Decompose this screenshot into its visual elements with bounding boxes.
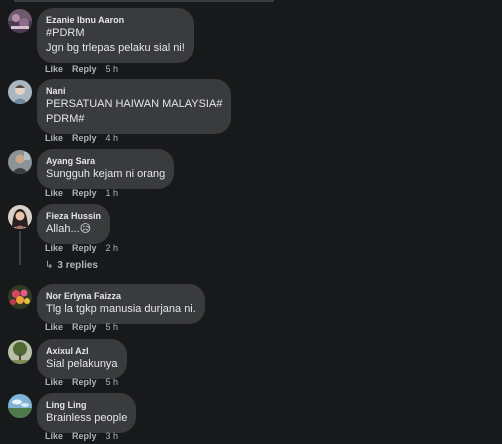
profile-photo-woman-icon bbox=[8, 205, 32, 229]
comment-text-line: Allah...😥 bbox=[46, 223, 92, 235]
comment-actions: Like Reply 1 h bbox=[45, 187, 118, 199]
comment-timestamp[interactable]: 5 h bbox=[106, 377, 119, 387]
reply-arrow-icon: ↳ bbox=[45, 260, 54, 271]
profile-photo-person-icon bbox=[8, 150, 32, 174]
comment-bubble: Ayang Sara Sungguh kejam ni orang bbox=[37, 149, 175, 189]
profile-photo-landscape-icon bbox=[8, 9, 32, 33]
profile-photo-flowers-icon bbox=[8, 285, 32, 309]
comment-actions: Like Reply 5 h bbox=[45, 321, 118, 333]
avatar[interactable] bbox=[8, 9, 32, 33]
comment-timestamp[interactable]: 5 h bbox=[106, 322, 119, 332]
reply-button[interactable]: Reply bbox=[72, 188, 97, 198]
comment-actions: Like Reply 4 h bbox=[45, 132, 118, 144]
commenter-name[interactable]: Nani bbox=[46, 85, 222, 97]
comment-text-line: Sungguh kejam ni orang bbox=[46, 168, 166, 180]
like-button[interactable]: Like bbox=[45, 133, 63, 143]
comment-bubble: Ling Ling Brainless people bbox=[37, 393, 137, 433]
reply-button[interactable]: Reply bbox=[72, 322, 97, 332]
comment-text-line: Tlg la tgkp manusia durjana ni. bbox=[46, 303, 196, 315]
comment-timestamp[interactable]: 5 h bbox=[106, 64, 119, 74]
commenter-name[interactable]: Ezanie Ibnu Aaron bbox=[46, 14, 185, 26]
previous-comment-divider bbox=[14, 0, 274, 2]
comment-timestamp[interactable]: 3 h bbox=[106, 431, 119, 441]
comment-bubble: Nani PERSATUAN HAIWAN MALAYSIA# PDRM# bbox=[37, 79, 232, 134]
comment-actions: Like Reply 5 h bbox=[45, 63, 118, 75]
comment-bubble: Axixul Azl Sial pelakunya bbox=[37, 339, 127, 379]
avatar[interactable] bbox=[8, 205, 32, 229]
reply-button[interactable]: Reply bbox=[72, 243, 97, 253]
comment-actions: Like Reply 5 h bbox=[45, 376, 118, 388]
view-replies-link[interactable]: ↳ 3 replies bbox=[45, 259, 98, 273]
commenter-name[interactable]: Ling Ling bbox=[46, 399, 127, 411]
commenter-name[interactable]: Nor Erlyna Faizza bbox=[46, 290, 196, 302]
like-button[interactable]: Like bbox=[45, 64, 63, 74]
comment-timestamp[interactable]: 1 h bbox=[106, 188, 119, 198]
avatar[interactable] bbox=[8, 394, 32, 418]
reply-button[interactable]: Reply bbox=[72, 64, 97, 74]
comment-text-line: #PDRM bbox=[46, 27, 85, 39]
reply-button[interactable]: Reply bbox=[72, 377, 97, 387]
like-button[interactable]: Like bbox=[45, 377, 63, 387]
reply-button[interactable]: Reply bbox=[72, 133, 97, 143]
comment-text-line: Sial pelakunya bbox=[46, 358, 118, 370]
commenter-name[interactable]: Fieza Hussin bbox=[46, 210, 101, 222]
commenter-name[interactable]: Axixul Azl bbox=[46, 345, 118, 357]
comment-actions: Like Reply 3 h bbox=[45, 430, 118, 442]
avatar[interactable] bbox=[8, 285, 32, 309]
like-button[interactable]: Like bbox=[45, 431, 63, 441]
comment-bubble: Nor Erlyna Faizza Tlg la tgkp manusia du… bbox=[37, 284, 205, 324]
comment-text-line: PDRM# bbox=[46, 113, 85, 125]
comment-actions: Like Reply 2 h bbox=[45, 242, 118, 254]
avatar[interactable] bbox=[8, 150, 32, 174]
avatar[interactable] bbox=[8, 340, 32, 364]
profile-photo-child-icon bbox=[8, 80, 32, 104]
reply-button[interactable]: Reply bbox=[72, 431, 97, 441]
reply-thread-line bbox=[19, 231, 21, 265]
comment-text-line: Jgn bg trlepas pelaku sial ni! bbox=[46, 42, 185, 54]
like-button[interactable]: Like bbox=[45, 243, 63, 253]
comment-text-line: PERSATUAN HAIWAN MALAYSIA# bbox=[46, 98, 223, 110]
replies-count-label: 3 replies bbox=[57, 260, 98, 271]
comment-text-line: Brainless people bbox=[46, 412, 128, 424]
profile-photo-sky-icon bbox=[8, 394, 32, 418]
comment-timestamp[interactable]: 4 h bbox=[106, 133, 119, 143]
comment-bubble: Fieza Hussin Allah...😥 bbox=[37, 204, 111, 244]
commenter-name[interactable]: Ayang Sara bbox=[46, 155, 165, 167]
profile-photo-tree-icon bbox=[8, 340, 32, 364]
like-button[interactable]: Like bbox=[45, 322, 63, 332]
avatar[interactable] bbox=[8, 80, 32, 104]
like-button[interactable]: Like bbox=[45, 188, 63, 198]
comment-timestamp[interactable]: 2 h bbox=[106, 243, 119, 253]
comment-bubble: Ezanie Ibnu Aaron #PDRM Jgn bg trlepas p… bbox=[37, 8, 194, 63]
